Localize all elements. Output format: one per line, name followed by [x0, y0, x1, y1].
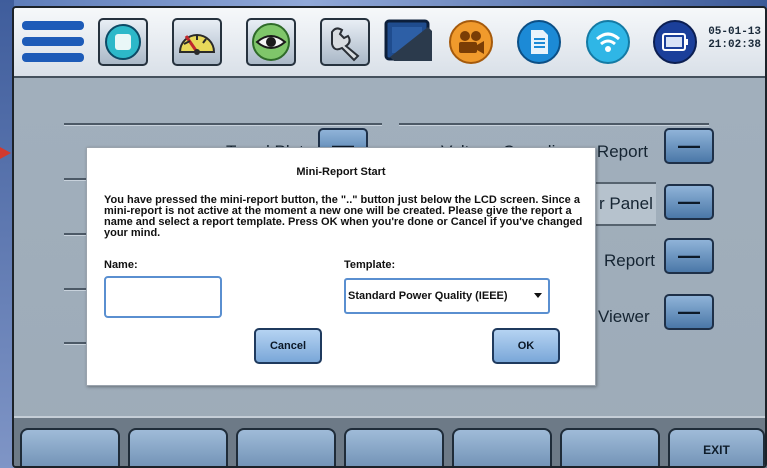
camera-button[interactable] [446, 18, 496, 66]
setup-button[interactable] [320, 18, 370, 66]
template-label: Template: [344, 259, 396, 271]
document-icon [517, 20, 561, 64]
bottom-bar: EXIT [14, 416, 765, 466]
wireless-button[interactable] [583, 18, 633, 66]
divider [64, 123, 382, 125]
scope-icon [105, 24, 141, 60]
view-button[interactable] [246, 18, 296, 66]
mini-report-dialog: Mini-Report Start You have pressed the m… [86, 147, 596, 386]
divider [399, 123, 709, 125]
toolbar: 05-01-13 21:02:38 [14, 8, 765, 78]
monitor-icon [384, 19, 432, 61]
report-label: Report [604, 251, 656, 270]
panel-button[interactable]: — [664, 184, 714, 220]
soft-key-5[interactable] [452, 428, 552, 466]
ok-button[interactable]: OK [492, 328, 560, 364]
report-button[interactable]: — [664, 238, 714, 274]
exit-button[interactable]: EXIT [668, 428, 765, 466]
meter-icon [178, 34, 216, 55]
pointer-arrow-icon [0, 147, 11, 159]
battery-icon [653, 20, 697, 64]
template-select[interactable]: Standard Power Quality (IEEE) [344, 278, 550, 314]
soft-key-6[interactable] [560, 428, 660, 466]
datetime-display: 05-01-13 21:02:38 [708, 26, 761, 52]
viewer-button[interactable]: — [664, 294, 714, 330]
dialog-title: Mini-Report Start [296, 166, 386, 178]
viewer-label: Viewer [598, 307, 650, 326]
soft-key-4[interactable] [344, 428, 444, 466]
document-button[interactable] [514, 18, 564, 66]
template-value: Standard Power Quality (IEEE) [348, 290, 508, 302]
soft-key-1[interactable] [20, 428, 120, 466]
menu-button[interactable] [18, 18, 88, 66]
scope-button[interactable] [98, 18, 148, 66]
panel-label: r Panel [599, 194, 653, 213]
time-text: 21:02:38 [708, 39, 761, 51]
display-button[interactable] [382, 18, 436, 66]
name-label: Name: [104, 259, 138, 271]
name-field[interactable] [104, 276, 222, 318]
date-text: 05-01-13 [708, 26, 761, 38]
chevron-down-icon [534, 293, 542, 298]
camera-icon [449, 20, 493, 64]
menu-icon [22, 21, 84, 62]
wrench-icon [331, 27, 360, 62]
cancel-button[interactable]: Cancel [254, 328, 322, 364]
eye-icon [252, 23, 290, 61]
soft-key-3[interactable] [236, 428, 336, 466]
battery-button[interactable] [650, 18, 700, 66]
meter-button[interactable] [172, 18, 222, 66]
soft-key-2[interactable] [128, 428, 228, 466]
wireless-icon [586, 20, 630, 64]
dialog-message: You have pressed the mini-report button,… [104, 194, 583, 239]
voltage-report-button[interactable]: — [664, 128, 714, 164]
